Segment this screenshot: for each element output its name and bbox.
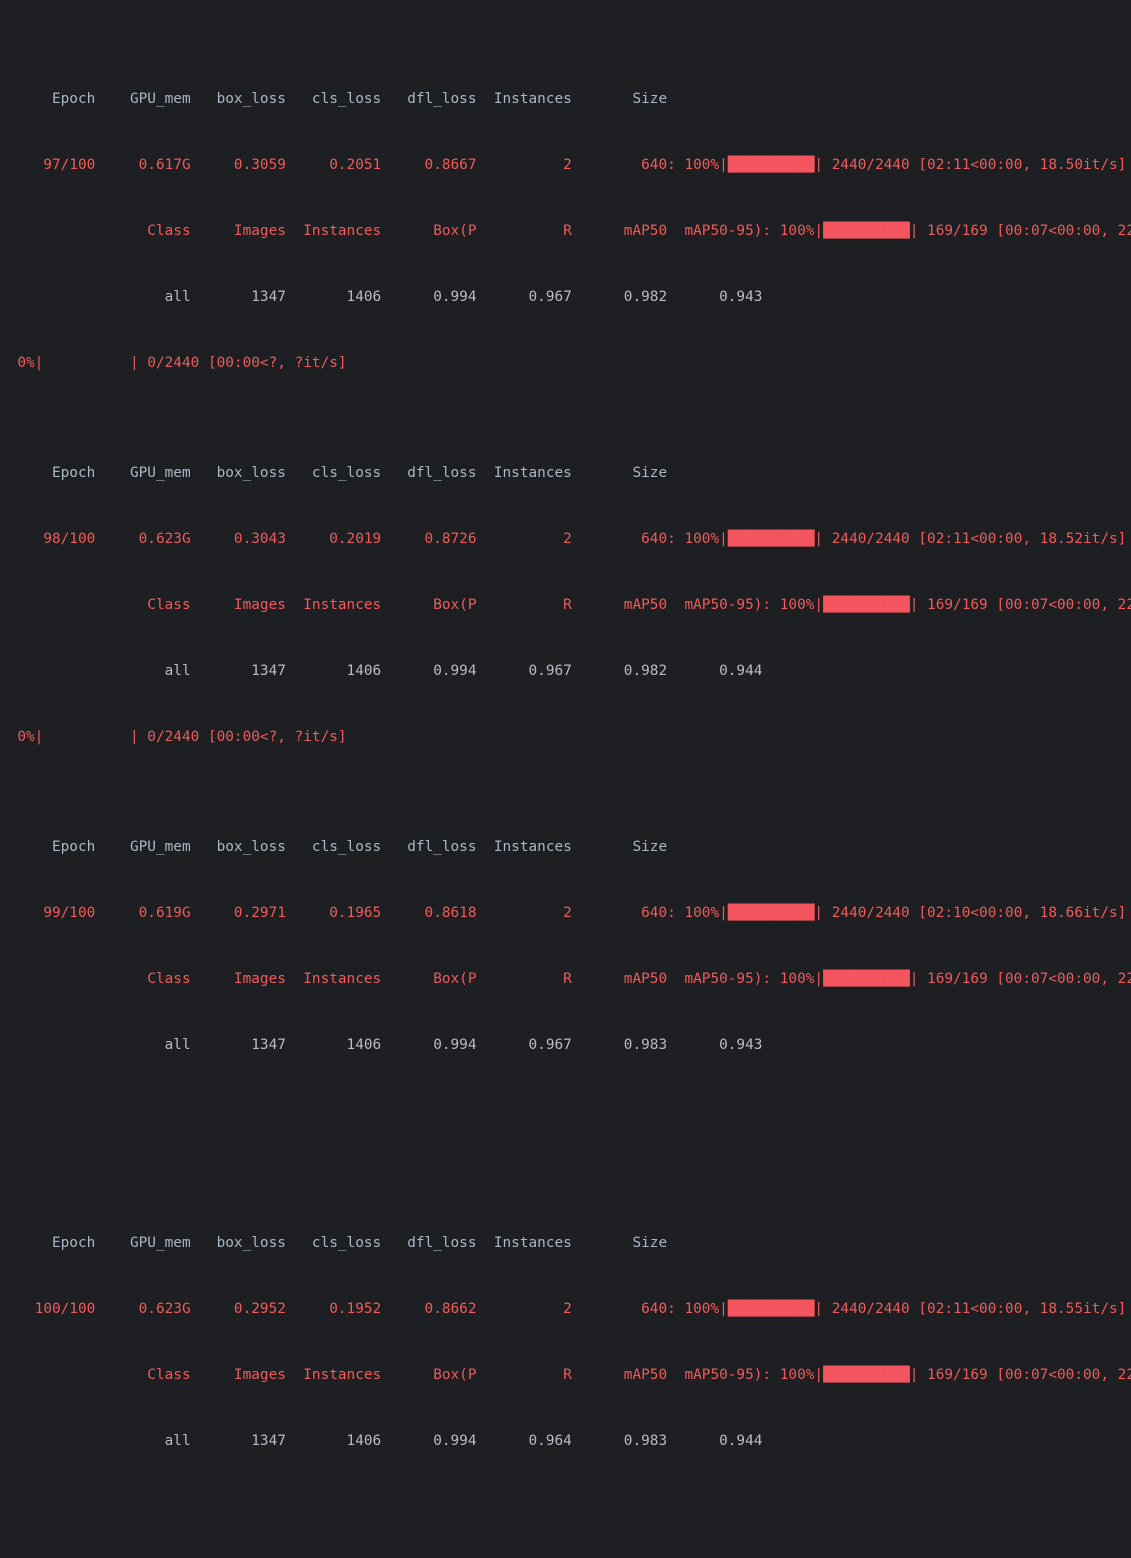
val-all-row: all 1347 1406 0.994 0.967 0.983 0.943 bbox=[0, 1037, 763, 1053]
progress-bar-fill: ██████████ bbox=[823, 971, 910, 987]
train-progress-row: 97/100 0.617G 0.3059 0.2051 0.8667 2 640… bbox=[0, 154, 1131, 176]
train-progress-row: 99/100 0.619G 0.2971 0.1965 0.8618 2 640… bbox=[0, 902, 1131, 924]
progress-bar-fill: ██████████ bbox=[823, 597, 910, 613]
progress-stats: | 169/169 [00:07<00:00, 22.13it/s] bbox=[909, 971, 1131, 987]
progress-stats: | 169/169 [00:07<00:00, 22.16it/s] bbox=[909, 223, 1131, 239]
progress-stats: | 2440/2440 [02:11<00:00, 18.55it/s] bbox=[814, 1301, 1127, 1317]
val-header-row: Class Images Instances Box(P R mAP50 mAP… bbox=[0, 1364, 1131, 1386]
next-epoch-bar-row: 0%| | 0/2440 [00:00<?, ?it/s] bbox=[0, 352, 1131, 374]
progress-label: 100/100 0.623G 0.2952 0.1952 0.8662 2 64… bbox=[0, 1301, 728, 1317]
train-header-row: Epoch GPU_mem box_loss cls_loss dfl_loss… bbox=[0, 91, 668, 107]
terminal-output-pane[interactable]: Epoch GPU_mem box_loss cls_loss dfl_loss… bbox=[0, 0, 1131, 1449]
progress-label: 0%| bbox=[0, 355, 44, 371]
progress-bar-fill bbox=[43, 355, 130, 371]
progress-bar-fill: ██████████ bbox=[727, 905, 815, 921]
progress-stats: | 169/169 [00:07<00:00, 22.21it/s] bbox=[909, 1367, 1131, 1383]
val-header-row: Class Images Instances Box(P R mAP50 mAP… bbox=[0, 594, 1131, 616]
val-header-row: Class Images Instances Box(P R mAP50 mAP… bbox=[0, 968, 1131, 990]
progress-bar-fill: ██████████ bbox=[727, 531, 815, 547]
progress-label: Class Images Instances Box(P R mAP50 mAP… bbox=[0, 597, 824, 613]
progress-stats: | 0/2440 [00:00<?, ?it/s] bbox=[129, 729, 347, 745]
progress-bar-fill: ██████████ bbox=[823, 1367, 910, 1383]
val-all-row: all 1347 1406 0.994 0.967 0.982 0.943 bbox=[0, 289, 763, 305]
progress-label: 0%| bbox=[0, 729, 44, 745]
progress-bar-fill: ██████████ bbox=[727, 157, 815, 173]
val-all-row: all 1347 1406 0.994 0.967 0.982 0.944 bbox=[0, 663, 763, 679]
progress-stats: | 169/169 [00:07<00:00, 22.37it/s] bbox=[909, 597, 1131, 613]
progress-bar-fill bbox=[43, 729, 130, 745]
progress-bar-fill: ██████████ bbox=[823, 223, 910, 239]
train-header-row: Epoch GPU_mem box_loss cls_loss dfl_loss… bbox=[0, 465, 668, 481]
val-header-row: Class Images Instances Box(P R mAP50 mAP… bbox=[0, 220, 1131, 242]
progress-stats: | 2440/2440 [02:10<00:00, 18.66it/s] bbox=[814, 905, 1127, 921]
progress-label: Class Images Instances Box(P R mAP50 mAP… bbox=[0, 1367, 824, 1383]
progress-label: 98/100 0.623G 0.3043 0.2019 0.8726 2 640… bbox=[0, 531, 728, 547]
train-header-row: Epoch GPU_mem box_loss cls_loss dfl_loss… bbox=[0, 1235, 668, 1251]
progress-stats: | 2440/2440 [02:11<00:00, 18.50it/s] bbox=[814, 157, 1127, 173]
progress-bar-fill: ██████████ bbox=[727, 1301, 815, 1317]
train-progress-row: 100/100 0.623G 0.2952 0.1952 0.8662 2 64… bbox=[0, 1298, 1131, 1320]
train-progress-row: 98/100 0.623G 0.3043 0.2019 0.8726 2 640… bbox=[0, 528, 1131, 550]
progress-label: Class Images Instances Box(P R mAP50 mAP… bbox=[0, 971, 824, 987]
next-epoch-bar-row: 0%| | 0/2440 [00:00<?, ?it/s] bbox=[0, 726, 1131, 748]
progress-stats: | 2440/2440 [02:11<00:00, 18.52it/s] bbox=[814, 531, 1127, 547]
progress-label: 99/100 0.619G 0.2971 0.1965 0.8618 2 640… bbox=[0, 905, 728, 921]
progress-label: 97/100 0.617G 0.3059 0.2051 0.8667 2 640… bbox=[0, 157, 728, 173]
train-header-row: Epoch GPU_mem box_loss cls_loss dfl_loss… bbox=[0, 839, 668, 855]
progress-stats: | 0/2440 [00:00<?, ?it/s] bbox=[129, 355, 347, 371]
progress-label: Class Images Instances Box(P R mAP50 mAP… bbox=[0, 223, 824, 239]
val-all-row: all 1347 1406 0.994 0.964 0.983 0.944 bbox=[0, 1433, 763, 1449]
